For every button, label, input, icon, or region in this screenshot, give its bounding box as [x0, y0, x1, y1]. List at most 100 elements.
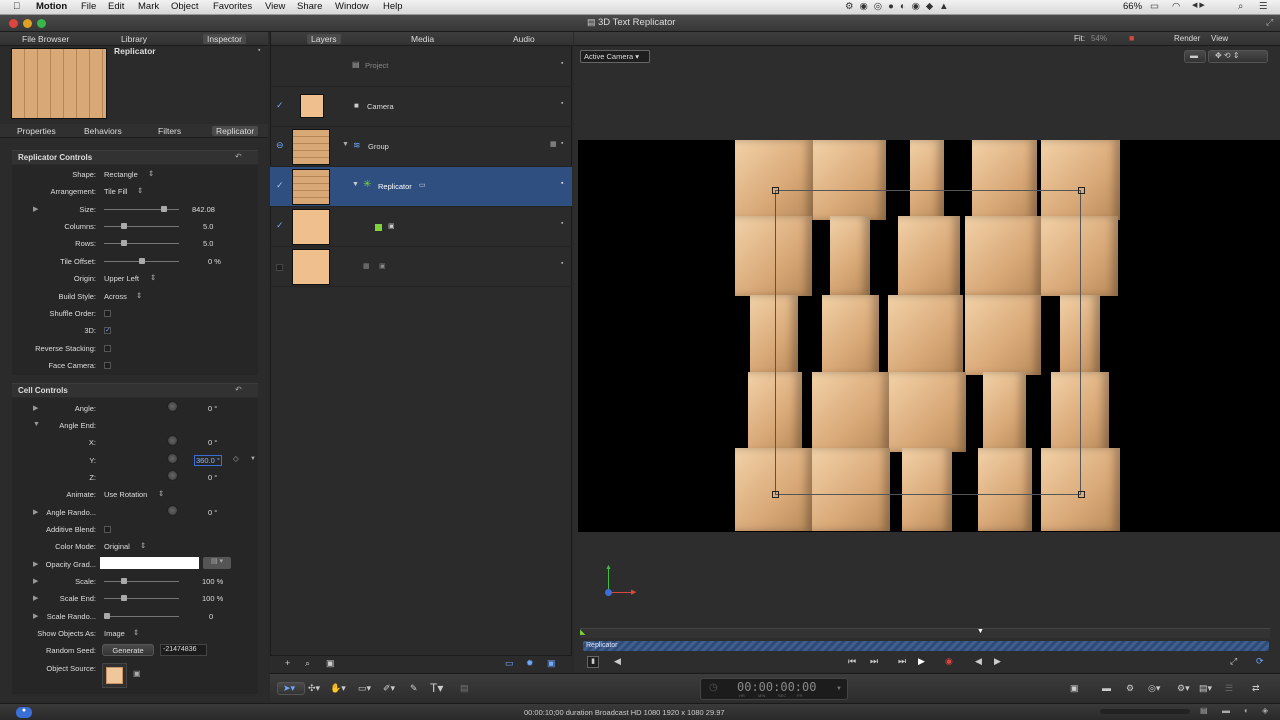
playhead-start-icon[interactable]: ◣	[580, 628, 585, 636]
rows-slider-knob[interactable]	[121, 240, 127, 246]
view-menu[interactable]: View	[1211, 34, 1228, 43]
shape-popup[interactable]: Rectangle	[104, 170, 138, 179]
angle-value[interactable]: 0 °	[208, 404, 217, 413]
keyframe-editor-icon[interactable]: ▤	[1200, 706, 1208, 715]
loop-playback-icon[interactable]: ⟳	[1256, 656, 1264, 667]
audio-icon[interactable]: ◀	[614, 656, 621, 667]
reset-icon[interactable]: ↶	[235, 152, 242, 161]
angle-randomness-value[interactable]: 0 °	[208, 508, 217, 517]
effects-icon[interactable]: ⇄	[1252, 683, 1260, 694]
arrangement-popup[interactable]: Tile Fill	[104, 187, 127, 196]
color-channels-icon[interactable]: ■	[1129, 33, 1134, 43]
menu-help[interactable]: Help	[383, 1, 403, 12]
play-icon[interactable]: ▶	[918, 656, 925, 667]
active-camera-popup[interactable]: Active Camera ▾	[580, 50, 650, 63]
opacity-gradient-bar[interactable]	[100, 557, 199, 569]
apple-icon[interactable]: 	[13, 1, 20, 12]
generate-button[interactable]: Generate	[102, 644, 154, 656]
timeline-toggle-icon[interactable]: ▬	[1222, 706, 1230, 715]
menu-favorites[interactable]: Favorites	[213, 1, 252, 12]
tab-filters[interactable]: Filters	[158, 126, 181, 136]
timeline-clip[interactable]: Replicator	[583, 641, 1269, 651]
shape-tool-icon[interactable]: ▭▾	[358, 683, 371, 694]
settings-icon[interactable]: ✹	[526, 658, 534, 669]
audio-timeline-icon[interactable]: ◐	[1244, 706, 1249, 715]
show-objects-popup[interactable]: Image	[104, 629, 125, 638]
particles-icon[interactable]: ▤▾	[1199, 683, 1212, 694]
thumbnail-view-icon[interactable]: ▣	[326, 658, 335, 669]
library-camera-icon[interactable]: ▬	[1102, 683, 1111, 693]
fullscreen-icon[interactable]: ⤢	[1266, 17, 1273, 28]
z-axis-gizmo[interactable]	[605, 589, 612, 596]
corner-handle[interactable]	[1078, 491, 1085, 498]
layer-row-project[interactable]: ▤ Project ▪	[270, 47, 572, 87]
zoom-slider[interactable]	[1100, 709, 1190, 714]
behaviors-icon[interactable]: ⚙	[1126, 683, 1134, 694]
camera-view-button[interactable]: ▬	[1184, 50, 1206, 63]
adjust-tool-icon[interactable]: ✣▾	[308, 683, 320, 694]
columns-slider[interactable]	[104, 226, 179, 227]
corner-handle[interactable]	[1078, 187, 1085, 194]
tab-layers[interactable]: Layers	[307, 34, 341, 44]
close-button[interactable]	[9, 19, 18, 28]
size-value[interactable]: 842.08	[192, 205, 215, 214]
y-value-field[interactable]: 360.0 °	[194, 455, 222, 466]
tile-offset-slider-knob[interactable]	[139, 258, 145, 264]
layer-row-group[interactable]: ⊖ ▼ ≋ Group ▦ ▪	[270, 127, 572, 167]
timing-icon[interactable]: ◈	[1262, 706, 1268, 715]
menu-view[interactable]: View	[265, 1, 285, 12]
layer-row-replicator[interactable]: ✓ ▼ ✳ Replicator ▭ ▪	[270, 167, 572, 207]
show-masks-icon[interactable]: ▣	[547, 658, 556, 669]
previous-frame-icon[interactable]: ⏭	[870, 656, 878, 667]
columns-value[interactable]: 5.0	[203, 222, 213, 231]
mask-tool-icon[interactable]: ✐▾	[383, 683, 395, 694]
layer-checkbox[interactable]: ✓	[276, 180, 285, 190]
angle-dial[interactable]	[167, 401, 178, 412]
disclosure-open-icon[interactable]: ▼	[342, 141, 349, 148]
search-icon[interactable]: ⌕	[305, 658, 310, 669]
menu-edit[interactable]: Edit	[108, 1, 124, 12]
tab-library[interactable]: Library	[121, 34, 147, 44]
rows-slider[interactable]	[104, 243, 179, 244]
notification-icon[interactable]: ☰	[1259, 1, 1268, 12]
clock[interactable]: ◀ ▶	[1192, 1, 1205, 9]
scale-end-slider-knob[interactable]	[121, 595, 127, 601]
audio-mute-icon[interactable]: ◀	[975, 656, 982, 667]
lock-icon[interactable]: ▪	[561, 140, 563, 147]
wifi-icon[interactable]: ◠	[1172, 1, 1180, 12]
tab-replicator[interactable]: Replicator	[212, 126, 259, 136]
angle-randomness-dial[interactable]	[167, 505, 178, 516]
3d-checkbox[interactable]: ✓	[104, 327, 111, 334]
3d-group-icon[interactable]: ▦	[550, 140, 557, 148]
timeline-ruler[interactable]	[580, 628, 1270, 638]
size-slider-knob[interactable]	[161, 206, 167, 212]
random-seed-field[interactable]: -21474836	[160, 644, 207, 656]
fit-zoom-popup[interactable]: 54%	[1091, 34, 1107, 43]
status-toggle[interactable]: ●	[16, 707, 32, 718]
additive-blend-checkbox[interactable]	[104, 526, 111, 533]
lock-icon[interactable]: ▪	[561, 60, 563, 67]
generators-icon[interactable]: ⚙▾	[1177, 683, 1190, 694]
tab-audio[interactable]: Audio	[513, 34, 535, 44]
menu-file[interactable]: File	[81, 1, 96, 12]
search-icon[interactable]: ⌕	[1238, 1, 1243, 12]
menu-share[interactable]: Share	[297, 1, 322, 12]
size-slider[interactable]	[104, 209, 179, 210]
lock-icon[interactable]: ▪	[561, 100, 563, 107]
scale-randomness-slider[interactable]	[104, 616, 179, 617]
lock-icon[interactable]: ▪	[258, 47, 260, 54]
scale-randomness-slider-knob[interactable]	[104, 613, 110, 619]
select-tool[interactable]: ➤▾	[277, 682, 305, 695]
hud-icon[interactable]: ▤	[460, 683, 469, 694]
scale-end-slider[interactable]	[104, 598, 179, 599]
record-icon[interactable]: ◉	[945, 656, 953, 667]
layer-checkbox[interactable]: ✓	[276, 220, 285, 230]
x-value[interactable]: 0 °	[208, 438, 217, 447]
playhead-marker-icon[interactable]: ▼	[977, 628, 984, 635]
corner-handle[interactable]	[772, 491, 779, 498]
z-dial[interactable]	[167, 470, 178, 481]
tab-inspector[interactable]: Inspector	[203, 34, 246, 44]
disclosure-open-icon[interactable]: ▼	[352, 181, 359, 188]
layer-row-cell[interactable]: ✓ ▣ ▪	[270, 207, 572, 247]
paint-tool-icon[interactable]: ✎	[410, 683, 418, 694]
